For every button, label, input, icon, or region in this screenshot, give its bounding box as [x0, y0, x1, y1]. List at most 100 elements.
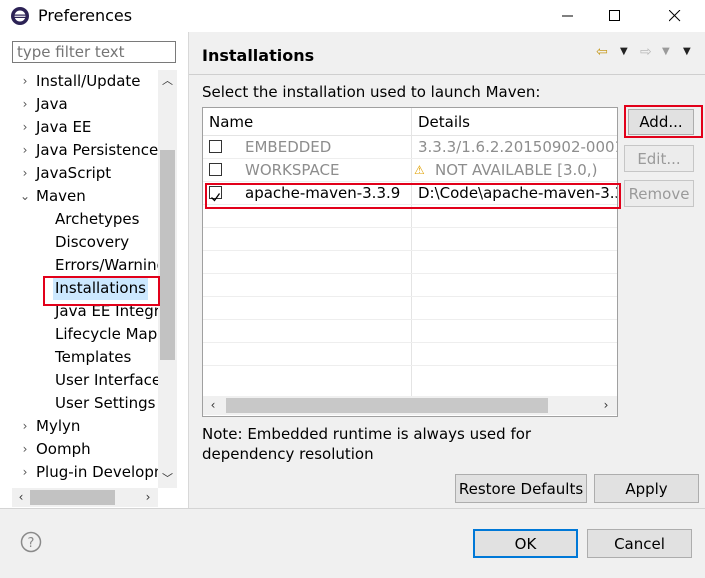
svg-text:?: ? — [28, 536, 35, 551]
tree-item[interactable]: › Install/Update — [0, 70, 158, 93]
empty-table-row — [203, 343, 617, 366]
scroll-down-icon[interactable]: ﹀ — [160, 470, 175, 485]
tree-item-label: Oomph — [36, 440, 91, 458]
chevron-right-icon[interactable]: › — [20, 116, 30, 139]
scroll-right-icon[interactable]: › — [140, 489, 156, 506]
table-row[interactable]: WORKSPACE ⚠ NOT AVAILABLE [3.0,) — [203, 159, 617, 182]
forward-arrow-icon[interactable]: ⇨ — [640, 44, 652, 60]
tree-item[interactable]: Errors/Warnings — [0, 254, 158, 277]
tree-item[interactable]: Templates — [0, 346, 158, 369]
tree-item-label: Maven — [36, 187, 86, 205]
tree-item[interactable]: › Java EE — [0, 116, 158, 139]
tree-item[interactable]: › Java Persistence — [0, 139, 158, 162]
tree-item-label: Install/Update — [36, 72, 141, 90]
cancel-button-label: Cancel — [614, 534, 665, 553]
empty-table-row — [203, 297, 617, 320]
tree-item[interactable]: › Java — [0, 93, 158, 116]
remove-button-label: Remove — [628, 184, 690, 203]
scroll-right-icon[interactable]: › — [598, 397, 614, 414]
warning-icon: ⚠ — [414, 163, 425, 177]
column-header-details[interactable]: Details — [418, 108, 470, 136]
column-header-name[interactable]: Name — [209, 108, 253, 136]
chevron-down-icon[interactable]: ⌄ — [20, 185, 30, 208]
tree-item-label: Java EE — [36, 118, 92, 136]
ok-button[interactable]: OK — [473, 529, 578, 558]
maximize-icon — [609, 10, 620, 21]
empty-table-row — [203, 320, 617, 343]
edit-button[interactable]: Edit... — [624, 145, 694, 172]
scroll-up-icon[interactable]: ︿ — [160, 72, 175, 87]
tree-item[interactable]: User Interface — [0, 369, 158, 392]
chevron-right-icon[interactable]: › — [20, 70, 30, 93]
installations-highlight-box — [43, 276, 160, 306]
tree-item[interactable]: Lifecycle Mappings — [0, 323, 158, 346]
apply-button-label: Apply — [625, 479, 668, 498]
empty-table-row — [203, 274, 617, 297]
tree-item-label: Java — [36, 95, 68, 113]
filter-input[interactable] — [12, 41, 176, 63]
maximize-button[interactable] — [592, 0, 638, 32]
back-arrow-icon[interactable]: ⇦ — [596, 44, 608, 60]
forward-menu-chevron-icon[interactable]: ▼ — [662, 46, 670, 57]
installation-checkbox[interactable] — [209, 140, 222, 153]
back-menu-chevron-icon[interactable]: ▼ — [620, 46, 628, 57]
tree-item-label: Lifecycle Mappings — [55, 325, 158, 343]
tree-item[interactable]: User Settings — [0, 392, 158, 415]
chevron-right-icon[interactable]: › — [20, 461, 30, 484]
tree-item-label: JavaScript — [36, 164, 112, 182]
empty-table-row — [203, 228, 617, 251]
tree-item[interactable]: › Mylyn — [0, 415, 158, 438]
chevron-right-icon[interactable]: › — [20, 93, 30, 116]
eclipse-app-icon — [10, 6, 30, 26]
tree-item-label: Discovery — [55, 233, 130, 251]
edit-button-label: Edit... — [637, 149, 681, 168]
installation-name: EMBEDDED — [245, 138, 332, 156]
chevron-right-icon[interactable]: › — [20, 139, 30, 162]
scroll-left-icon[interactable]: ‹ — [13, 489, 29, 506]
empty-table-row — [203, 251, 617, 274]
tree-item-label: Mylyn — [36, 417, 81, 435]
remove-button[interactable]: Remove — [624, 180, 694, 207]
tree-item-label: User Settings — [55, 394, 156, 412]
tree-item-label: User Interface — [55, 371, 158, 389]
ok-button-label: OK — [514, 534, 537, 553]
embedded-runtime-note: Note: Embedded runtime is always used fo… — [202, 425, 532, 463]
table-row[interactable]: EMBEDDED 3.3.3/1.6.2.20150902-0001 — [203, 136, 617, 159]
apply-button[interactable]: Apply — [594, 474, 699, 503]
minimize-button[interactable] — [545, 0, 591, 32]
installation-checkbox[interactable] — [209, 163, 222, 176]
cancel-button[interactable]: Cancel — [587, 529, 692, 558]
tree-vertical-scroll-thumb[interactable] — [160, 150, 175, 360]
heading-separator — [189, 74, 705, 75]
view-menu-icon[interactable]: ▼ — [683, 46, 691, 57]
chevron-right-icon[interactable]: › — [20, 438, 30, 461]
help-icon[interactable]: ? — [20, 531, 42, 553]
tree-item[interactable]: Archetypes — [0, 208, 158, 231]
minimize-icon — [562, 15, 573, 17]
installation-details: NOT AVAILABLE [3.0,) — [435, 161, 598, 179]
tree-item[interactable]: ⌄ Maven — [0, 185, 158, 208]
window-title: Preferences — [38, 6, 133, 25]
tree-item-label: Java Persistence — [36, 141, 158, 159]
restore-defaults-label: Restore Defaults — [458, 479, 584, 498]
installation-details: 3.3.3/1.6.2.20150902-0001 — [418, 138, 618, 156]
tree-item[interactable]: › Oomph — [0, 438, 158, 461]
tree-item-label: Errors/Warnings — [55, 256, 158, 274]
tree-item[interactable]: Discovery — [0, 231, 158, 254]
restore-defaults-button[interactable]: Restore Defaults — [455, 474, 587, 503]
installation-prompt: Select the installation used to launch M… — [202, 83, 541, 101]
close-button[interactable] — [652, 0, 698, 32]
scroll-left-icon[interactable]: ‹ — [205, 397, 221, 414]
tree-item[interactable]: › Plug-in Development — [0, 461, 158, 484]
close-icon — [669, 10, 681, 22]
table-horizontal-scroll-thumb[interactable] — [226, 398, 548, 413]
add-highlight-box — [624, 105, 703, 138]
chevron-right-icon[interactable]: › — [20, 415, 30, 438]
installation-name: WORKSPACE — [245, 161, 340, 179]
tree-item-label: Templates — [55, 348, 132, 366]
tree-item-label: Plug-in Development — [36, 463, 158, 481]
tree-item[interactable]: › JavaScript — [0, 162, 158, 185]
installations-table: Name Details EMBEDDED 3.3.3/1.6.2.2015090… — [202, 107, 618, 417]
tree-horizontal-scroll-thumb[interactable] — [30, 490, 115, 505]
chevron-right-icon[interactable]: › — [20, 162, 30, 185]
